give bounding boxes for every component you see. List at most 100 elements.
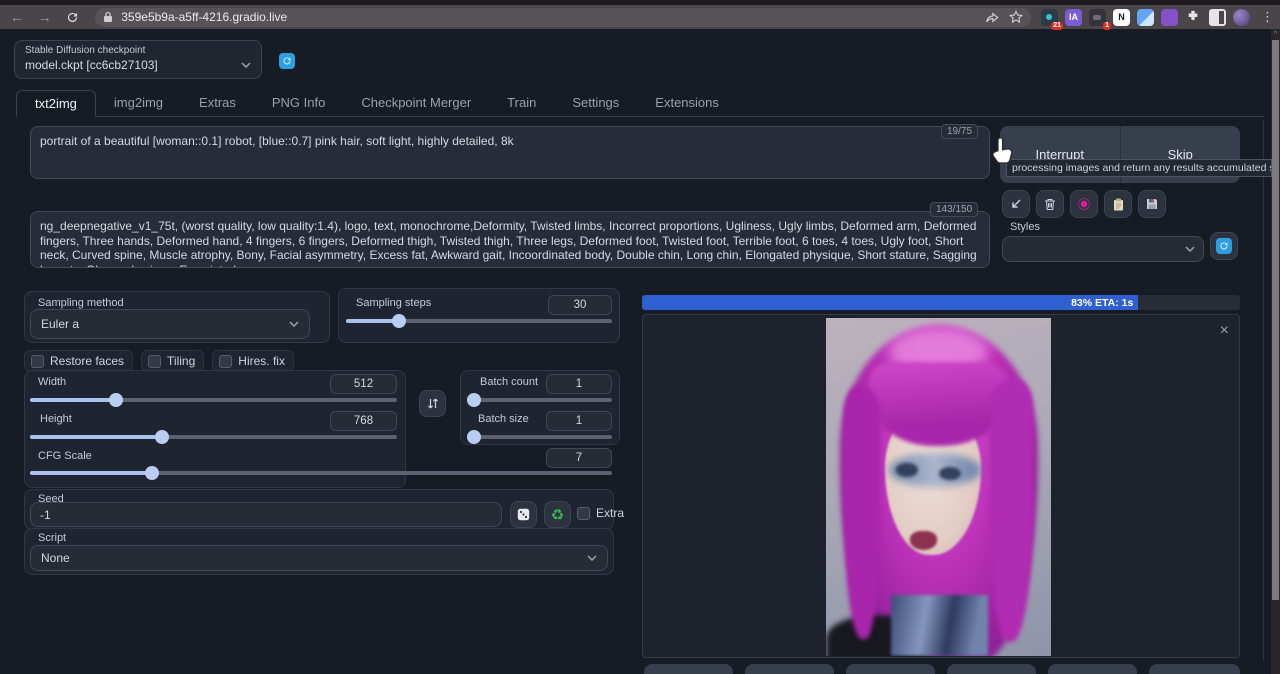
extra-seed-checkbox[interactable]: Extra bbox=[577, 506, 624, 520]
cfg-scale-label: CFG Scale bbox=[38, 450, 92, 462]
extension-icon-notion[interactable]: N bbox=[1113, 9, 1130, 26]
cfg-scale-value[interactable]: 7 bbox=[546, 448, 612, 468]
portrait-hair-strand bbox=[990, 379, 1033, 643]
checkbox-box[interactable] bbox=[219, 355, 232, 368]
script-dropdown[interactable]: None bbox=[30, 545, 608, 571]
tab-checkpoint-merger[interactable]: Checkpoint Merger bbox=[343, 90, 489, 117]
apply-style-icon[interactable] bbox=[1104, 190, 1132, 218]
lock-icon bbox=[103, 11, 113, 23]
tab-png-info[interactable]: PNG Info bbox=[254, 90, 343, 117]
random-seed-icon[interactable] bbox=[510, 501, 537, 528]
checkbox-box[interactable] bbox=[31, 355, 44, 368]
width-label: Width bbox=[38, 376, 66, 388]
checkpoint-value: model.ckpt [cc6cb27103] bbox=[25, 58, 158, 72]
height-slider[interactable] bbox=[30, 435, 397, 439]
forward-icon[interactable]: → bbox=[34, 8, 56, 26]
batch-size-value[interactable]: 1 bbox=[546, 411, 612, 431]
styles-refresh-button[interactable] bbox=[1210, 232, 1238, 260]
extension-badge: 21 bbox=[1051, 22, 1063, 30]
tab-extensions[interactable]: Extensions bbox=[637, 90, 737, 117]
extension-icon-onenote[interactable] bbox=[1161, 9, 1178, 26]
prompt-input[interactable]: portrait of a beautiful [woman::0.1] rob… bbox=[30, 126, 990, 179]
extension-icon-teal[interactable]: 21 bbox=[1041, 9, 1058, 26]
sampling-method-label: Sampling method bbox=[38, 297, 124, 309]
extension-icon-photos[interactable] bbox=[1137, 9, 1154, 26]
puzzle-icon[interactable] bbox=[1185, 9, 1202, 26]
browser-menu-icon[interactable]: ⋮ bbox=[1261, 9, 1274, 25]
styles-dropdown[interactable] bbox=[1002, 236, 1204, 262]
generated-image[interactable] bbox=[826, 318, 1051, 656]
sampling-steps-label: Sampling steps bbox=[356, 297, 431, 309]
swap-dimensions-icon[interactable] bbox=[419, 390, 446, 417]
tiling-checkbox[interactable]: Tiling bbox=[141, 350, 204, 372]
gallery-action-button-3[interactable] bbox=[846, 664, 935, 674]
url-text[interactable]: 359e5b9a-a5ff-4216.gradio.live bbox=[121, 10, 975, 24]
hires-fix-checkbox[interactable]: Hires. fix bbox=[212, 350, 294, 372]
save-style-icon[interactable] bbox=[1138, 190, 1166, 218]
scrollbar-up-icon[interactable]: ^ bbox=[1271, 29, 1280, 40]
output-gallery: × bbox=[642, 314, 1240, 658]
checkbox-box[interactable] bbox=[577, 507, 590, 520]
share-icon[interactable] bbox=[985, 11, 999, 24]
checkbox-box[interactable] bbox=[148, 355, 161, 368]
cfg-scale-slider[interactable] bbox=[30, 471, 612, 475]
batch-count-slider[interactable] bbox=[467, 398, 612, 402]
interrupt-tooltip: processing images and return any results… bbox=[1006, 159, 1272, 177]
checkpoint-selector[interactable]: Stable Diffusion checkpoint model.ckpt [… bbox=[14, 40, 262, 79]
portrait-eye bbox=[896, 463, 919, 477]
bookmark-star-icon[interactable] bbox=[1009, 10, 1023, 24]
gallery-action-button-5[interactable] bbox=[1048, 664, 1137, 674]
batch-count-label: Batch count bbox=[480, 376, 538, 388]
styles-group: Styles bbox=[1002, 221, 1240, 262]
profile-avatar[interactable] bbox=[1233, 9, 1250, 26]
paste-params-icon[interactable] bbox=[1002, 190, 1030, 218]
height-label: Height bbox=[40, 413, 72, 425]
sampling-steps-value[interactable]: 30 bbox=[548, 295, 612, 315]
negative-prompt-token-counter: 143/150 bbox=[930, 202, 978, 217]
app-window: ← → 359e5b9a-a5ff-4216.gradio.live 21 IA bbox=[0, 0, 1280, 674]
address-bar[interactable]: 359e5b9a-a5ff-4216.gradio.live bbox=[95, 8, 1031, 27]
gallery-action-button-6[interactable] bbox=[1149, 664, 1240, 674]
gallery-action-button-2[interactable] bbox=[745, 664, 834, 674]
restore-faces-checkbox[interactable]: Restore faces bbox=[24, 350, 133, 372]
extension-icon-dark[interactable]: 1 bbox=[1089, 9, 1106, 26]
reuse-seed-icon[interactable]: ♻ bbox=[544, 501, 571, 528]
tab-txt2img[interactable]: txt2img bbox=[16, 90, 96, 117]
extensions-row: 21 IA 1 N ⋮ bbox=[1041, 9, 1280, 26]
extra-networks-icon[interactable] bbox=[1070, 190, 1098, 218]
batch-size-slider[interactable] bbox=[467, 435, 612, 439]
negative-prompt-input[interactable]: ng_deepnegative_v1_75t, (worst quality, … bbox=[30, 211, 990, 268]
seed-input[interactable] bbox=[30, 502, 502, 527]
checkpoint-label: Stable Diffusion checkpoint bbox=[25, 45, 251, 56]
main-tabbar: txt2img img2img Extras PNG Info Checkpoi… bbox=[16, 90, 1264, 117]
portrait-eye bbox=[939, 467, 962, 481]
progress-text: 83% ETA: 1s bbox=[1071, 297, 1133, 309]
reload-icon[interactable] bbox=[62, 8, 84, 26]
tab-settings[interactable]: Settings bbox=[554, 90, 637, 117]
width-slider[interactable] bbox=[30, 398, 397, 402]
page-scrollbar[interactable]: ^ bbox=[1271, 29, 1280, 674]
sampling-steps-slider[interactable] bbox=[346, 319, 612, 323]
tab-extras[interactable]: Extras bbox=[181, 90, 254, 117]
batch-count-value[interactable]: 1 bbox=[546, 374, 612, 394]
panel-divider bbox=[1263, 120, 1264, 660]
styles-label: Styles bbox=[1010, 221, 1240, 233]
gallery-action-button-4[interactable] bbox=[947, 664, 1036, 674]
width-value[interactable]: 512 bbox=[330, 374, 397, 394]
sampling-method-dropdown[interactable]: Euler a bbox=[30, 309, 310, 339]
gallery-action-button-1[interactable] bbox=[644, 664, 733, 674]
back-icon[interactable]: ← bbox=[6, 8, 28, 26]
extension-icon-ia[interactable]: IA bbox=[1065, 9, 1082, 26]
height-value[interactable]: 768 bbox=[330, 411, 397, 431]
sidepanel-icon[interactable] bbox=[1209, 9, 1226, 26]
portrait-lips bbox=[910, 531, 937, 550]
script-label: Script bbox=[38, 532, 66, 544]
checkpoint-refresh-button[interactable] bbox=[279, 53, 295, 69]
trash-icon[interactable] bbox=[1036, 190, 1064, 218]
chevron-down-icon bbox=[241, 62, 251, 68]
close-icon[interactable]: × bbox=[1220, 323, 1229, 339]
tab-img2img[interactable]: img2img bbox=[96, 90, 181, 117]
portrait-hair-strand bbox=[844, 386, 880, 640]
scrollbar-thumb[interactable] bbox=[1272, 40, 1279, 600]
tab-train[interactable]: Train bbox=[489, 90, 554, 117]
